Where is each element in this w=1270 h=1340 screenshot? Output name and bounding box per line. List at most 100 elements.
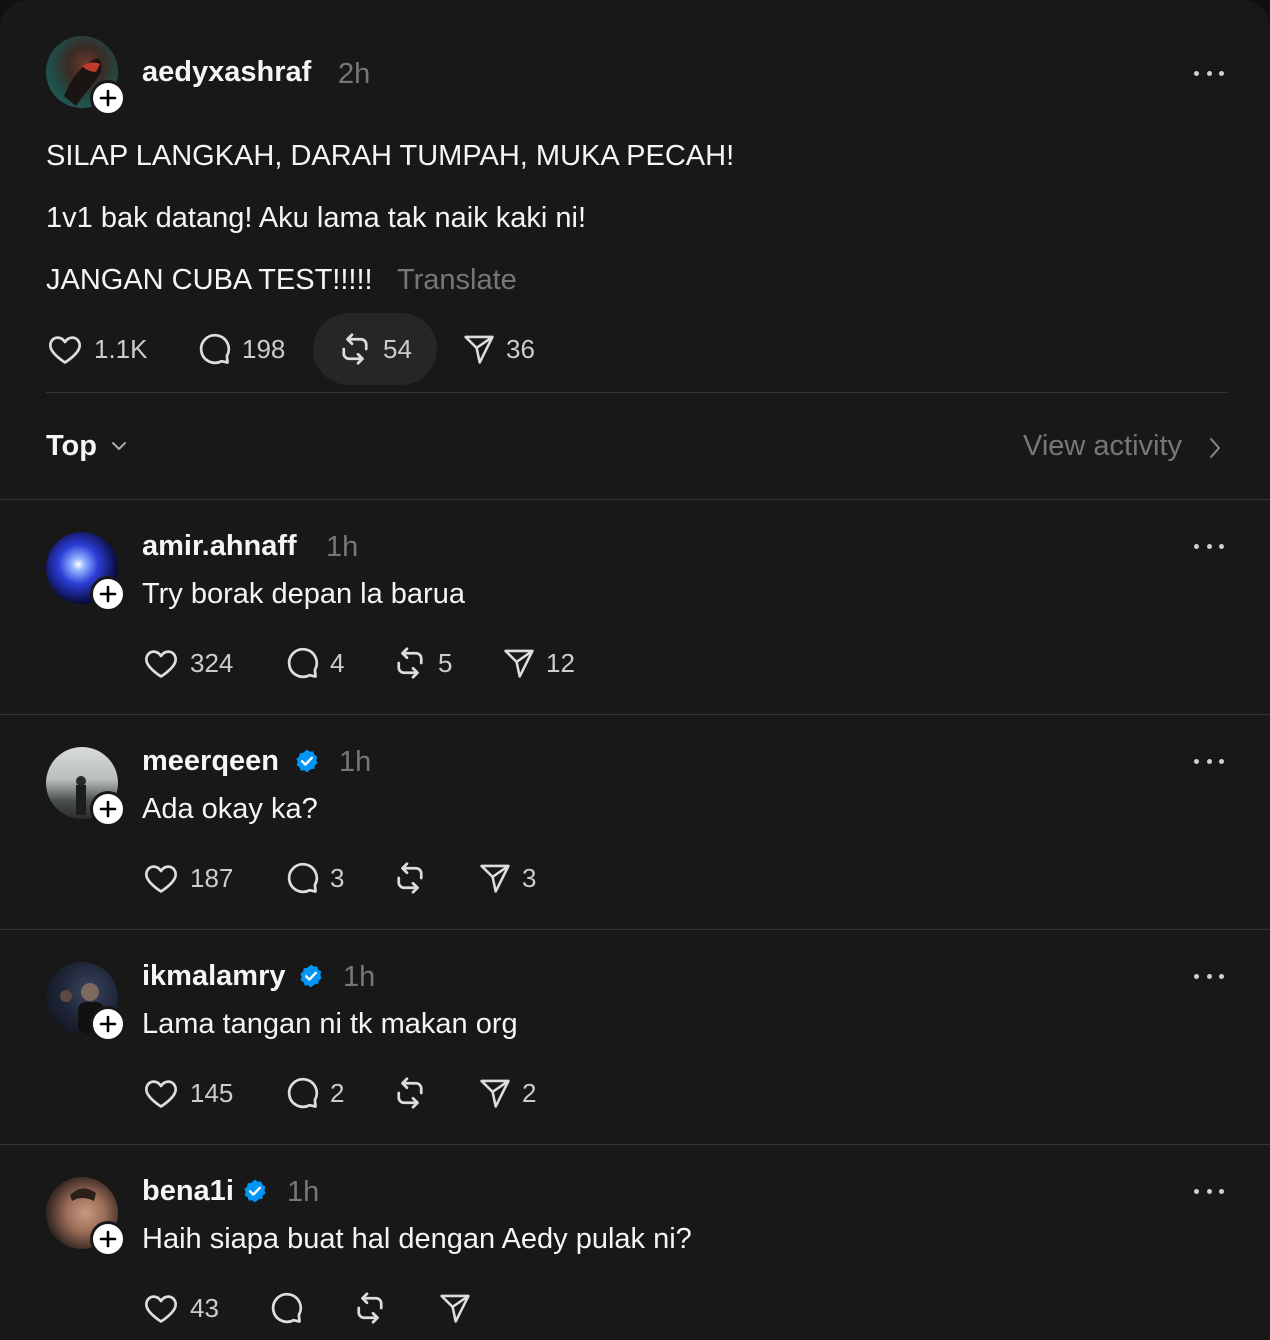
comment-bubble-icon <box>287 1077 319 1109</box>
repost-icon <box>342 333 368 365</box>
heart-icon <box>145 1295 177 1323</box>
comment-time: 1h <box>343 961 376 993</box>
comment-bubble-icon <box>287 862 319 894</box>
paper-plane-icon <box>480 1079 510 1108</box>
reply-count: 2 <box>330 1077 345 1108</box>
thread-panel: aedyxashraf 2h SILAP LANGKAH, DARAH TUMP… <box>0 0 1270 1340</box>
comment-text: Try borak depan la barua <box>142 578 465 610</box>
comment-time: 1h <box>339 746 372 778</box>
repost-icon <box>397 647 423 679</box>
heart-icon <box>145 650 177 678</box>
comment-divider <box>0 714 1270 715</box>
post-username[interactable]: aedyxashraf <box>142 56 311 89</box>
like-count: 1.1K <box>94 333 148 364</box>
reply-count: 3 <box>330 862 345 893</box>
comment-text: Lama tangan ni tk makan org <box>142 1008 518 1040</box>
post-author-avatar[interactable] <box>46 36 126 116</box>
follow-plus-icon[interactable] <box>90 1221 126 1257</box>
comment-divider <box>0 1144 1270 1145</box>
verified-badge-icon <box>296 749 318 773</box>
paper-plane-icon <box>440 1294 470 1323</box>
comment-username[interactable]: amir.ahnaff <box>142 530 297 563</box>
repost-count: 54 <box>383 333 412 364</box>
heart-icon <box>145 865 177 893</box>
comment-divider <box>0 929 1270 930</box>
repost-icon <box>397 862 423 894</box>
repost-icon <box>397 1077 423 1109</box>
more-dots-icon[interactable] <box>1194 63 1224 83</box>
comment-text: Ada okay ka? <box>142 793 318 825</box>
comment-username[interactable]: bena1i <box>142 1175 234 1208</box>
like-button[interactable]: 1.1K <box>46 329 148 369</box>
comment-avatar[interactable] <box>46 962 126 1042</box>
repost-button[interactable] <box>392 858 428 898</box>
reply-button[interactable]: 198 <box>196 329 285 369</box>
translate-link[interactable]: Translate <box>397 264 517 297</box>
chevron-right-icon[interactable] <box>1206 436 1224 460</box>
like-button[interactable]: 187 <box>142 858 233 898</box>
post-line-1: SILAP LANGKAH, DARAH TUMPAH, MUKA PECAH! <box>46 140 735 172</box>
reply-count: 198 <box>242 333 286 364</box>
comment-time: 1h <box>326 531 359 563</box>
follow-plus-icon[interactable] <box>90 80 126 116</box>
repost-button[interactable]: 54 <box>337 329 412 369</box>
repost-icon <box>357 1292 383 1324</box>
repost-button[interactable] <box>392 1073 428 1113</box>
comment-text: Haih siapa buat hal dengan Aedy pulak ni… <box>142 1223 692 1255</box>
comment-avatar[interactable] <box>46 1177 126 1257</box>
like-count: 324 <box>190 647 234 678</box>
share-count: 3 <box>522 862 537 893</box>
share-button[interactable]: 2 <box>478 1073 536 1113</box>
comment-bubble-icon <box>271 1292 303 1324</box>
comment-avatar[interactable] <box>46 532 126 612</box>
sort-dropdown[interactable]: Top <box>46 430 97 463</box>
sort-label: Top <box>46 430 97 462</box>
share-count: 36 <box>506 333 535 364</box>
comment-bubble-icon <box>287 647 319 679</box>
post-time: 2h <box>338 58 371 90</box>
paper-plane-icon <box>480 864 510 893</box>
like-button[interactable]: 145 <box>142 1073 233 1113</box>
post-divider <box>46 392 1228 393</box>
share-count: 2 <box>522 1077 537 1108</box>
comment-time: 1h <box>287 1176 320 1208</box>
view-activity-link[interactable]: View activity <box>1023 430 1182 463</box>
post-line-2: 1v1 bak datang! Aku lama tak naik kaki n… <box>46 202 587 234</box>
share-button[interactable]: 3 <box>478 858 536 898</box>
comment-avatar[interactable] <box>46 747 126 827</box>
comment-bubble-icon <box>199 333 231 365</box>
reply-count: 4 <box>330 647 345 678</box>
follow-plus-icon[interactable] <box>90 791 126 827</box>
like-count: 187 <box>190 862 234 893</box>
comment-username[interactable]: ikmalamry <box>142 960 286 993</box>
share-button[interactable]: 12 <box>502 643 575 683</box>
follow-plus-icon[interactable] <box>90 576 126 612</box>
heart-icon <box>145 1080 177 1108</box>
reply-button[interactable]: 2 <box>284 1073 344 1113</box>
comment-username[interactable]: meerqeen <box>142 745 279 778</box>
paper-plane-icon <box>504 649 534 678</box>
follow-plus-icon[interactable] <box>90 1006 126 1042</box>
like-count: 43 <box>190 1292 219 1323</box>
repost-count: 5 <box>438 647 453 678</box>
section-divider <box>0 499 1270 500</box>
post-line-3: JANGAN CUBA TEST!!!!! <box>46 264 373 296</box>
more-dots-icon[interactable] <box>1194 536 1224 556</box>
share-button[interactable] <box>438 1288 472 1328</box>
repost-button[interactable] <box>352 1288 388 1328</box>
verified-badge-icon <box>300 964 322 988</box>
more-dots-icon[interactable] <box>1194 966 1224 986</box>
verified-badge-icon <box>244 1179 266 1203</box>
reply-button[interactable] <box>268 1288 304 1328</box>
repost-button[interactable]: 5 <box>392 643 452 683</box>
like-button[interactable]: 43 <box>142 1288 219 1328</box>
chevron-down-icon[interactable] <box>110 438 128 454</box>
reply-button[interactable]: 3 <box>284 858 344 898</box>
paper-plane-icon <box>464 335 494 364</box>
more-dots-icon[interactable] <box>1194 751 1224 771</box>
reply-button[interactable]: 4 <box>284 643 344 683</box>
share-count: 12 <box>546 647 575 678</box>
share-button[interactable]: 36 <box>462 329 535 369</box>
like-button[interactable]: 324 <box>142 643 233 683</box>
more-dots-icon[interactable] <box>1194 1181 1224 1201</box>
